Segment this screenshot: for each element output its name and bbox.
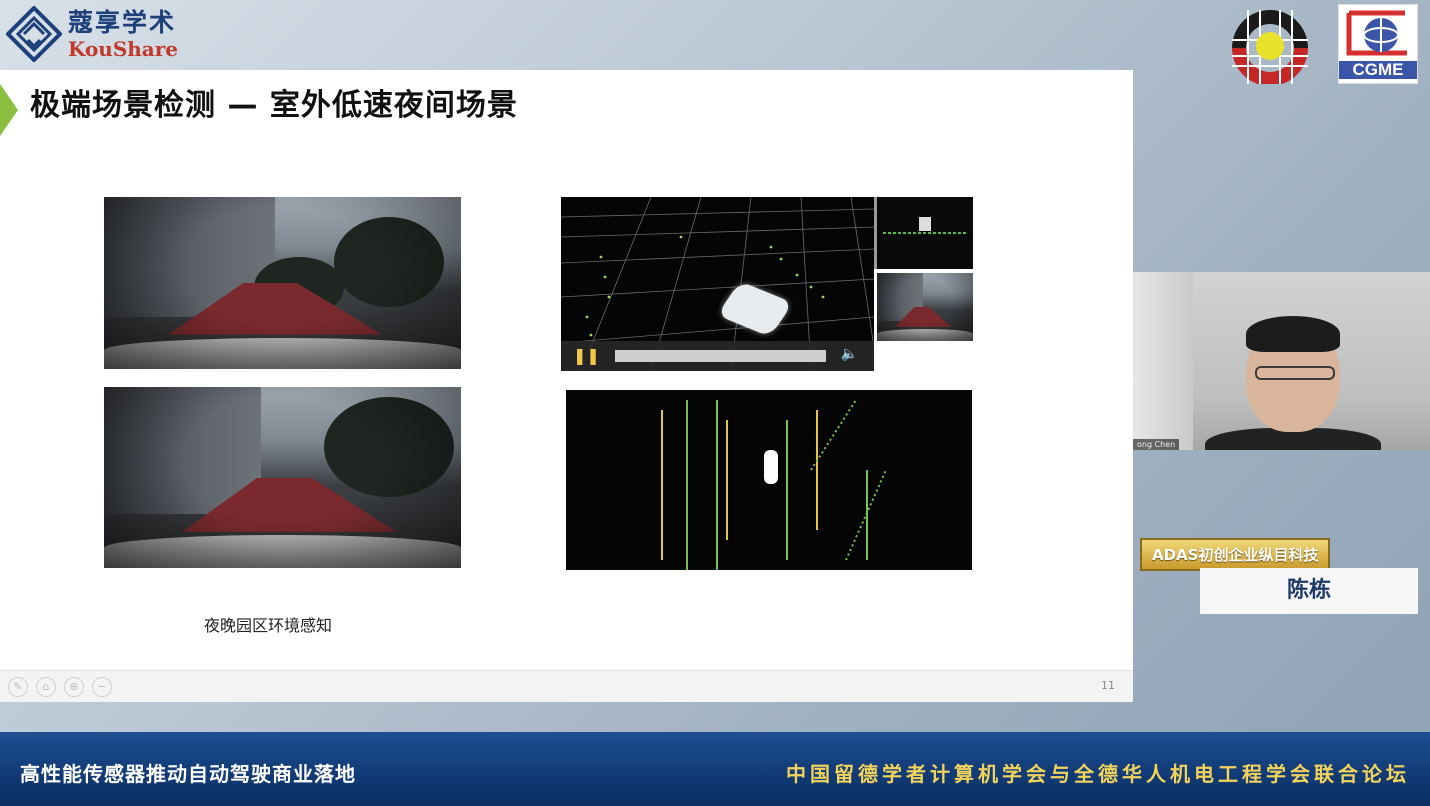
night-camera-image-2 [104,387,461,568]
glasses-icon [1255,366,1335,380]
title-accent-arrow [0,84,18,136]
home-icon[interactable]: ⌂ [36,677,56,697]
volume-icon[interactable]: 🔈 [841,346,858,362]
koushare-logo-icon [6,6,62,62]
brand-name-cn: 蔻享学术 [68,7,177,37]
cgme-emblem-icon [1346,10,1407,56]
camera-side-thumbnail [877,273,973,341]
presentation-slide: 极端场景检测 — 室外低速夜间场景 ❚❚ 🔈 夜晚园区环境感知 ✎ ⌂ ⊕ − … [0,70,1133,702]
cgme-logo-text: CGME [1339,61,1417,79]
video-progress-track[interactable] [615,350,826,362]
cgme-logo: CGME [1338,4,1418,84]
slide-title: 极端场景检测 — 室外低速夜间场景 [30,88,518,123]
event-banner: 高性能传感器推动自动驾驶商业落地 中国留德学者计算机学会与全德华人机电工程学会联… [0,732,1430,806]
speaker-name-card: 陈栋 [1200,568,1418,614]
webcam-name-tag: ong Chen [1133,439,1180,450]
lidar-thumb-points [883,217,967,234]
minus-icon[interactable]: − [92,677,112,697]
society-logo-icon [1232,10,1308,84]
video-control-bar[interactable]: ❚❚ 🔈 [561,341,874,371]
brand-name-en: KouShare [68,36,179,61]
talk-title: 高性能传感器推动自动驾驶商业落地 [20,762,356,786]
ego-vehicle-marker [764,450,778,484]
forum-title: 中国留德学者计算机学会与全德华人机电工程学会联合论坛 [786,762,1410,786]
pause-icon[interactable]: ❚❚ [573,346,600,366]
presenter-tools: ✎ ⌂ ⊕ − [8,677,112,697]
speaker-company-badge: ADAS初创企业纵目科技 [1140,538,1331,571]
page-number: 11 [1101,679,1115,692]
brand-header: 蔻享学术 KouShare [6,6,178,62]
slide-caption: 夜晚园区环境感知 [204,616,333,635]
lidar-side-thumbnail [874,197,973,269]
lidar-3d-view: ❚❚ 🔈 [561,197,874,371]
pen-icon[interactable]: ✎ [8,677,28,697]
presenter-toolbar: ✎ ⌂ ⊕ − 11 [0,670,1133,702]
speaker-webcam: ong Chen [1133,272,1430,450]
lidar-birdseye-view [566,390,972,570]
zoom-icon[interactable]: ⊕ [64,677,84,697]
night-camera-image-1 [104,197,461,369]
